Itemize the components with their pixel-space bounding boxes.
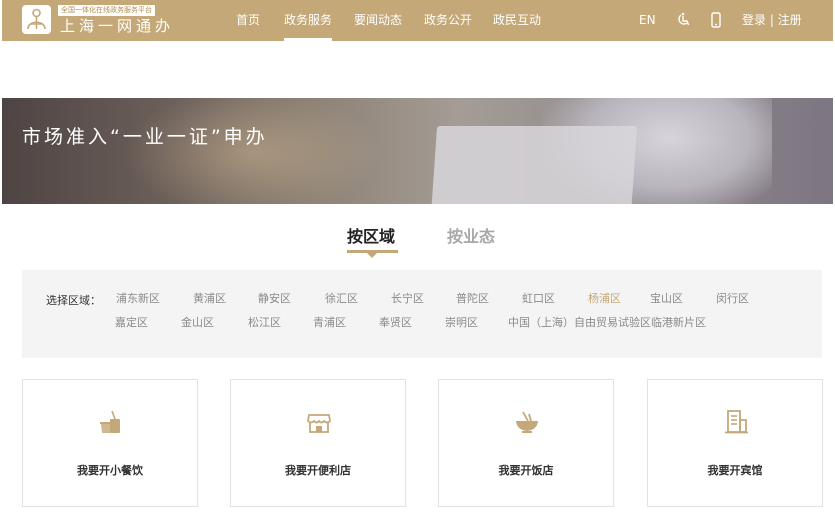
district-changning[interactable]: 长宁区 xyxy=(391,292,424,306)
district-baoshan[interactable]: 宝山区 xyxy=(650,292,683,306)
card-snack-shop[interactable]: 我要开小餐饮 xyxy=(22,379,198,507)
card-convenience-store[interactable]: 我要开便利店 xyxy=(230,379,406,507)
banner-laptop-decoration xyxy=(430,126,638,204)
district-minhang[interactable]: 闵行区 xyxy=(716,292,749,306)
banner-title: 市场准入“一业一证”申办 xyxy=(22,126,268,148)
hero-banner: 市场准入“一业一证”申办 xyxy=(2,98,833,204)
top-header: 全国一体化在线政务服务平台 上海一网通办 首页 政务服务 要闻动态 政务公开 政… xyxy=(2,0,833,41)
district-qingpu[interactable]: 青浦区 xyxy=(313,316,346,330)
language-switch[interactable]: EN xyxy=(639,12,656,28)
district-jinshan[interactable]: 金山区 xyxy=(181,316,214,330)
district-putuo[interactable]: 普陀区 xyxy=(456,292,489,306)
card-label: 我要开小餐饮 xyxy=(77,464,143,477)
district-chongming[interactable]: 崇明区 xyxy=(445,316,478,330)
tab-by-business-type[interactable]: 按业态 xyxy=(447,226,495,248)
header-right-tools: EN 登录 | 注册 xyxy=(2,0,833,41)
district-huangpu[interactable]: 黄浦区 xyxy=(193,292,226,306)
card-label: 我要开便利店 xyxy=(285,464,351,477)
card-restaurant[interactable]: 我要开饭店 xyxy=(438,379,614,507)
convenience-store-icon xyxy=(305,408,333,436)
active-tab-caret xyxy=(367,253,377,258)
card-hotel[interactable]: 我要开宾馆 xyxy=(647,379,823,507)
district-songjiang[interactable]: 松江区 xyxy=(248,316,281,330)
accessibility-icon[interactable] xyxy=(676,12,690,28)
category-tabs: 按区域 按业态 xyxy=(0,226,835,260)
district-fengxian[interactable]: 奉贤区 xyxy=(379,316,412,330)
card-label: 我要开宾馆 xyxy=(707,464,763,477)
card-label: 我要开饭店 xyxy=(498,464,554,477)
district-jingan[interactable]: 静安区 xyxy=(258,292,291,306)
district-pudong[interactable]: 浦东新区 xyxy=(116,292,160,306)
banner-light-decoration xyxy=(122,98,382,204)
region-filter-label: 选择区域： xyxy=(46,294,101,307)
tab-by-region[interactable]: 按区域 xyxy=(347,226,395,248)
login-register-link[interactable]: 登录 | 注册 xyxy=(742,12,802,28)
district-hongkou[interactable]: 虹口区 xyxy=(522,292,555,306)
mobile-icon[interactable] xyxy=(709,12,723,28)
district-xuhui[interactable]: 徐汇区 xyxy=(325,292,358,306)
district-yangpu[interactable]: 杨浦区 xyxy=(588,292,621,306)
restaurant-bowl-icon xyxy=(513,408,541,436)
district-lingang[interactable]: 中国（上海）自由贸易试验区临港新片区 xyxy=(508,316,706,330)
hotel-building-icon xyxy=(722,408,750,436)
district-jiading[interactable]: 嘉定区 xyxy=(115,316,148,330)
region-filter-panel: 选择区域： 浦东新区 黄浦区 静安区 徐汇区 长宁区 普陀区 虹口区 杨浦区 宝… xyxy=(22,270,822,358)
snack-food-icon xyxy=(97,408,125,436)
